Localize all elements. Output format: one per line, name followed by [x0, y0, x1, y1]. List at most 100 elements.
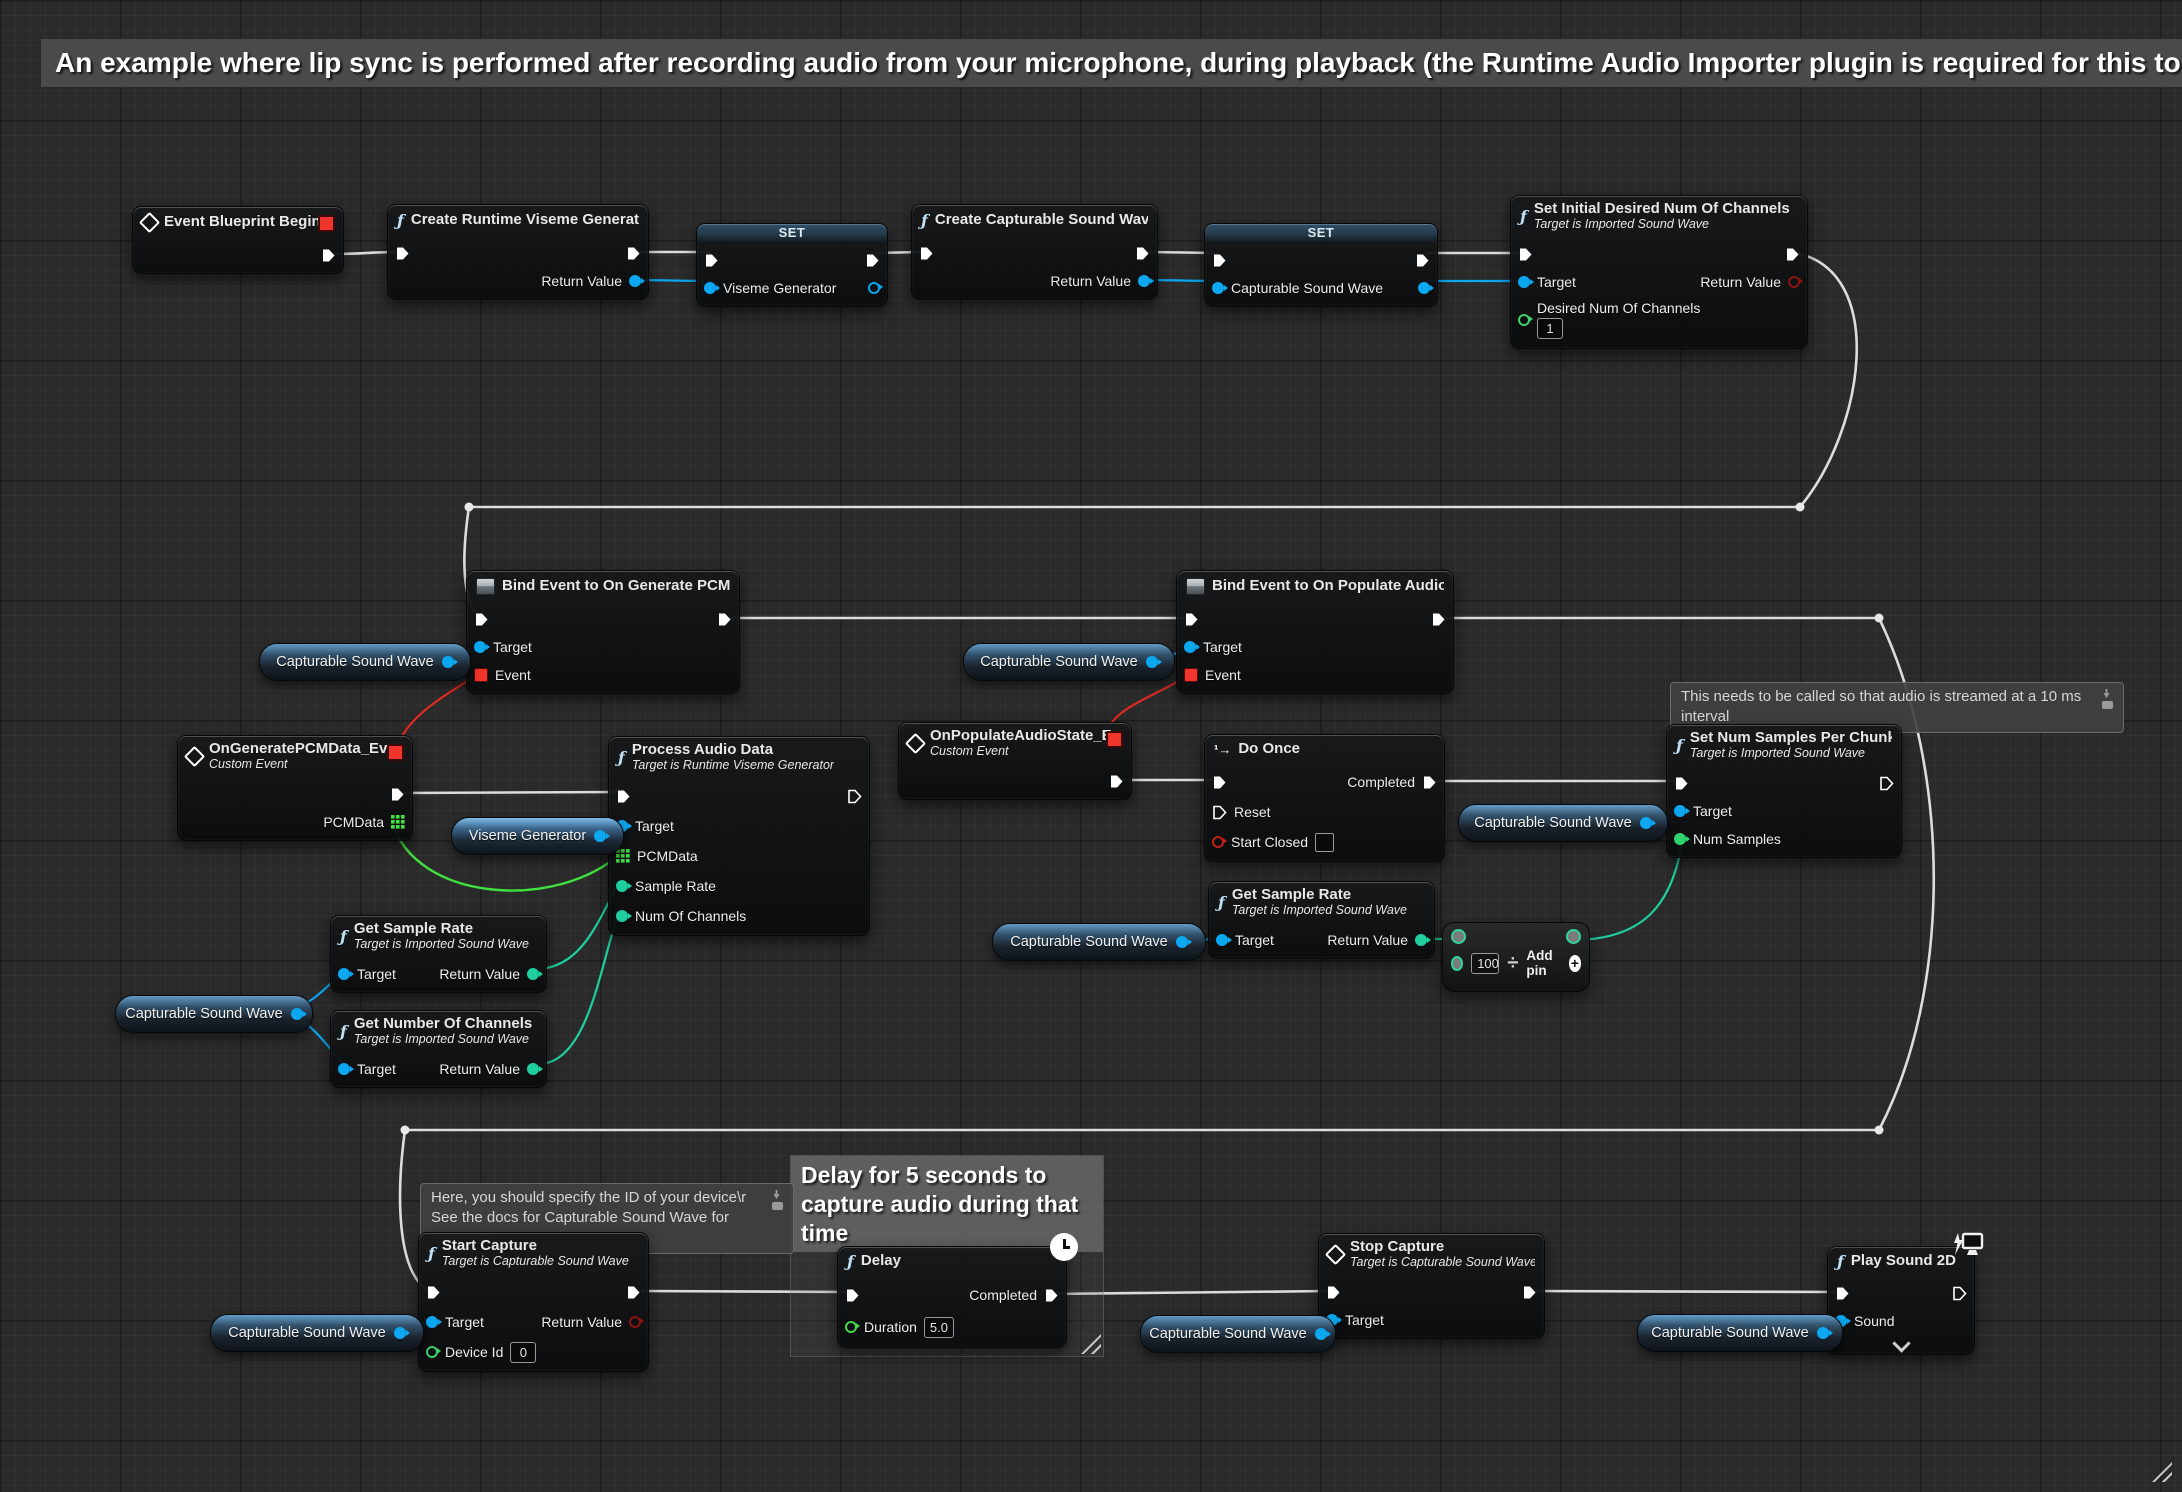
object-pin[interactable] — [1315, 1328, 1327, 1340]
variable-getter-pill[interactable]: Capturable Sound Wave — [259, 643, 471, 681]
node-divide[interactable]: 100 ÷ Add pin+ — [1442, 922, 1590, 992]
object-pin[interactable] — [1184, 641, 1196, 653]
numeric-pin[interactable] — [1415, 934, 1427, 946]
node-header[interactable]: OnPopulateAudioState_EventCustom Event — [899, 723, 1131, 763]
add-pin-plus-icon[interactable]: + — [1569, 955, 1581, 972]
node-header[interactable]: Event Blueprint Begin Play — [133, 207, 343, 237]
array-pin[interactable] — [616, 849, 630, 863]
object-pin[interactable] — [1138, 275, 1150, 287]
numeric-pin[interactable] — [527, 968, 539, 980]
node-bind-event-to-on-populate-audio-state[interactable]: Bind Event to On Populate Audio State Ta… — [1176, 570, 1454, 694]
exec-pin[interactable] — [321, 248, 336, 263]
pin-value-input[interactable]: 5.0 — [924, 1317, 954, 1338]
node-stop-capture[interactable]: Stop CaptureTarget is Capturable Sound W… — [1318, 1233, 1545, 1339]
node-on-populate-audio-state-event[interactable]: OnPopulateAudioState_EventCustom Event — [898, 722, 1132, 800]
node-header[interactable]: Bind Event to On Generate PCMData — [467, 571, 739, 601]
bubble-icon[interactable] — [772, 1202, 783, 1210]
node-start-capture[interactable]: ƒ Start CaptureTarget is Capturable Soun… — [418, 1232, 649, 1372]
object-pin[interactable] — [291, 1008, 303, 1020]
numeric-pin[interactable] — [616, 910, 628, 922]
divide-output-pin[interactable] — [1566, 929, 1581, 944]
event-delegate-square[interactable] — [1106, 731, 1123, 748]
node-get-number-of-channels[interactable]: ƒ Get Number Of ChannelsTarget is Import… — [330, 1010, 547, 1088]
variable-getter-pill[interactable]: Capturable Sound Wave — [210, 1314, 424, 1352]
blueprint-graph-canvas[interactable]: An example where lip sync is performed a… — [0, 0, 2182, 1492]
integer-pin[interactable] — [426, 1346, 438, 1358]
node-header[interactable]: ƒ Process Audio DataTarget is Runtime Vi… — [609, 737, 869, 777]
exec-pin[interactable] — [1674, 776, 1689, 791]
object-pin[interactable] — [1640, 817, 1652, 829]
integer-pin[interactable] — [1518, 314, 1530, 326]
array-pin[interactable] — [391, 815, 405, 829]
object-pin[interactable] — [704, 282, 716, 294]
divisor-value-input[interactable]: 100 — [1471, 953, 1499, 974]
pin-icon[interactable] — [772, 1190, 781, 1199]
pin-icon[interactable] — [2102, 689, 2111, 698]
node-header[interactable]: ƒ Set Initial Desired Num Of ChannelsTar… — [1511, 196, 1807, 236]
node-header[interactable]: ƒ Delay — [838, 1247, 1066, 1275]
node-header[interactable]: ƒ Set Num Samples Per ChunkTarget is Imp… — [1667, 725, 1901, 765]
node-header[interactable]: SET — [1205, 224, 1437, 242]
object-pin[interactable] — [394, 1327, 406, 1339]
exec-pin[interactable] — [1326, 1285, 1341, 1300]
node-play-sound-2d[interactable]: ƒ Play Sound 2D Sound — [1827, 1246, 1975, 1355]
exec-pin[interactable] — [845, 1288, 860, 1303]
object-pin[interactable] — [594, 830, 606, 842]
node-process-audio-data[interactable]: ƒ Process Audio DataTarget is Runtime Vi… — [608, 736, 870, 936]
variable-getter-pill[interactable]: Capturable Sound Wave — [963, 643, 1175, 681]
node-set-num-samples-per-chunk[interactable]: ƒ Set Num Samples Per ChunkTarget is Imp… — [1666, 724, 1902, 858]
object-pin[interactable] — [338, 968, 350, 980]
checkbox[interactable] — [1315, 833, 1334, 852]
node-header[interactable]: OnGeneratePCMData_EventCustom Event — [178, 736, 412, 776]
reroute-node[interactable] — [465, 503, 474, 512]
node-create-capturable-sound-wave[interactable]: ƒ Create Capturable Sound Wave Return Va… — [911, 204, 1158, 300]
node-get-sample-rate-left[interactable]: ƒ Get Sample RateTarget is Imported Soun… — [330, 915, 547, 993]
variable-getter-pill[interactable]: Capturable Sound Wave — [1458, 804, 1668, 842]
add-pin-button[interactable]: Add pin+ — [1526, 948, 1581, 978]
node-on-generate-pcmdata-event[interactable]: OnGeneratePCMData_EventCustom Event PCMD… — [177, 735, 413, 841]
node-header[interactable]: ƒ Start CaptureTarget is Capturable Soun… — [419, 1233, 648, 1273]
node-header[interactable]: ƒ Create Runtime Viseme Generator — [388, 205, 648, 235]
numeric-pin[interactable] — [616, 880, 628, 892]
event-delegate-square[interactable] — [387, 744, 404, 761]
exec-pin-unconnected[interactable] — [847, 789, 862, 804]
return-value-pin[interactable] — [629, 1316, 641, 1328]
exec-pin[interactable] — [1212, 775, 1227, 790]
object-pin[interactable] — [1817, 1327, 1829, 1339]
exec-pin[interactable] — [1785, 247, 1800, 262]
exec-pin[interactable] — [1135, 246, 1150, 261]
comment-bubble-icons[interactable] — [772, 1190, 783, 1210]
node-delay[interactable]: ƒ Delay CompletedDuration5.0 — [837, 1246, 1067, 1348]
exec-pin[interactable] — [919, 246, 934, 261]
divide-input-pin-2[interactable] — [1451, 956, 1463, 971]
node-begin-play[interactable]: Event Blueprint Begin Play — [132, 206, 344, 274]
numeric-pin[interactable] — [527, 1063, 539, 1075]
exec-pin[interactable] — [395, 246, 410, 261]
object-pin[interactable] — [1146, 656, 1158, 668]
node-header[interactable]: ƒ Get Number Of ChannelsTarget is Import… — [331, 1011, 546, 1051]
variable-getter-pill[interactable]: Capturable Sound Wave — [992, 923, 1206, 961]
pin-value-input[interactable]: 1 — [1537, 318, 1563, 339]
object-pin[interactable] — [1176, 936, 1188, 948]
exec-pin[interactable] — [616, 789, 631, 804]
numeric-pin[interactable] — [1674, 833, 1686, 845]
return-value-pin[interactable] — [1788, 276, 1800, 288]
node-create-runtime-viseme-generator[interactable]: ƒ Create Runtime Viseme Generator Return… — [387, 204, 649, 300]
reroute-node[interactable] — [1796, 503, 1805, 512]
event-delegate-square[interactable] — [318, 215, 335, 232]
object-pin-unconnected[interactable] — [868, 282, 880, 294]
exec-pin[interactable] — [1184, 612, 1199, 627]
reroute-node[interactable] — [401, 1126, 410, 1135]
float-pin[interactable] — [845, 1321, 857, 1333]
reroute-node[interactable] — [1875, 614, 1884, 623]
bubble-icon[interactable] — [2102, 701, 2113, 709]
node-bind-event-to-on-generate-pcmdata[interactable]: Bind Event to On Generate PCMData Target… — [466, 570, 740, 694]
reroute-node[interactable] — [1875, 1126, 1884, 1135]
exec-pin[interactable] — [717, 612, 732, 627]
object-pin[interactable] — [629, 275, 641, 287]
object-pin[interactable] — [1212, 282, 1224, 294]
exec-pin[interactable] — [390, 787, 405, 802]
exec-pin[interactable] — [1431, 612, 1446, 627]
node-header[interactable]: ƒ Create Capturable Sound Wave — [912, 205, 1157, 235]
variable-getter-pill[interactable]: Viseme Generator — [451, 817, 624, 855]
